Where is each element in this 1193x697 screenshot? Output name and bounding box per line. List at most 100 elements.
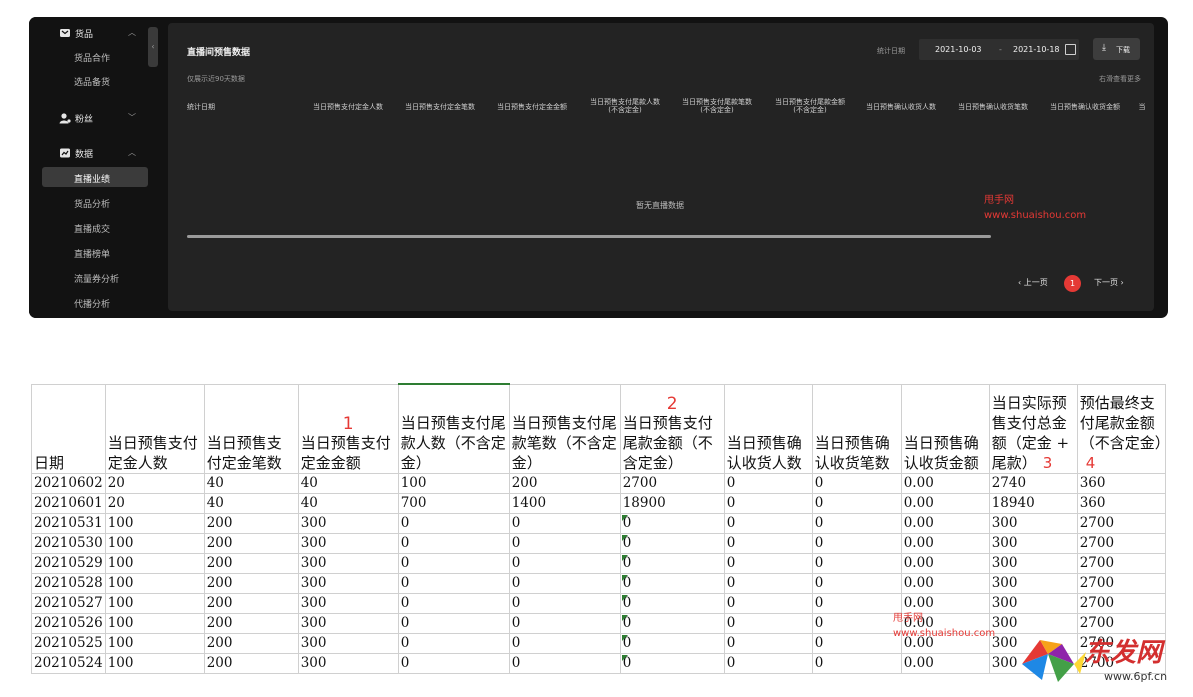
table-cell[interactable]: 0 <box>811 573 902 594</box>
table-cell[interactable]: 300 <box>297 653 399 674</box>
table-cell[interactable]: 0 <box>723 473 813 494</box>
pager-current-page[interactable]: 1 <box>1064 275 1081 292</box>
table-cell[interactable]: 100 <box>397 473 510 494</box>
table-cell[interactable]: 100 <box>104 533 205 554</box>
table-cell[interactable]: 0 <box>723 613 813 634</box>
table-cell[interactable]: 100 <box>104 513 205 534</box>
table-cell[interactable]: 0 <box>508 653 621 674</box>
table-cell[interactable]: 1400 <box>508 493 621 514</box>
table-cell[interactable]: 200 <box>203 533 299 554</box>
table-cell[interactable]: 0 <box>619 613 725 634</box>
table-cell[interactable]: 20210602 <box>31 473 106 494</box>
table-cell[interactable]: 200 <box>203 553 299 574</box>
table-cell[interactable]: 2700 <box>1076 553 1166 574</box>
table-cell[interactable]: 360 <box>1076 493 1166 514</box>
table-cell[interactable]: 200 <box>203 593 299 614</box>
table-cell[interactable]: 0.00 <box>900 553 990 574</box>
table-cell[interactable]: 360 <box>1076 473 1166 494</box>
table-cell[interactable]: 0 <box>397 613 510 634</box>
table-cell[interactable]: 20210527 <box>31 593 106 614</box>
table-cell[interactable]: 0 <box>811 533 902 554</box>
table-cell[interactable]: 300 <box>297 513 399 534</box>
table-cell[interactable]: 300 <box>297 593 399 614</box>
table-cell[interactable]: 0 <box>811 633 902 654</box>
table-cell[interactable]: 700 <box>397 493 510 514</box>
table-cell[interactable]: 100 <box>104 653 205 674</box>
table-cell[interactable]: 200 <box>203 573 299 594</box>
horizontal-scrollbar[interactable] <box>187 235 991 238</box>
table-cell[interactable]: 40 <box>203 473 299 494</box>
table-cell[interactable]: 100 <box>104 553 205 574</box>
table-cell[interactable]: 20210601 <box>31 493 106 514</box>
table-cell[interactable]: 20 <box>104 493 205 514</box>
table-cell[interactable]: 100 <box>104 573 205 594</box>
table-cell[interactable]: 0.00 <box>900 493 990 514</box>
table-cell[interactable]: 0 <box>811 493 902 514</box>
table-cell[interactable]: 300 <box>297 553 399 574</box>
table-cell[interactable]: 0.00 <box>900 573 990 594</box>
table-cell[interactable]: 0 <box>508 593 621 614</box>
table-cell[interactable]: 0 <box>508 553 621 574</box>
table-cell[interactable]: 300 <box>297 633 399 654</box>
table-cell[interactable]: 0 <box>619 593 725 614</box>
table-cell[interactable]: 0 <box>811 593 902 614</box>
sidebar-item-proxy-live[interactable]: 代播分析 <box>74 297 110 310</box>
sidebar-collapse-handle[interactable]: ‹ <box>148 27 158 67</box>
table-cell[interactable]: 0.00 <box>900 473 990 494</box>
table-cell[interactable]: 0 <box>508 613 621 634</box>
table-cell[interactable]: 2740 <box>988 473 1078 494</box>
table-cell[interactable]: 0 <box>811 513 902 534</box>
sidebar-group-fans[interactable]: 粉丝 ﹀ <box>29 108 151 128</box>
sidebar-item-goods-analysis[interactable]: 货品分析 <box>74 197 110 210</box>
table-cell[interactable]: 20210530 <box>31 533 106 554</box>
table-cell[interactable]: 300 <box>988 513 1078 534</box>
date-start[interactable]: 2021-10-03 <box>935 45 982 54</box>
table-cell[interactable]: 0 <box>397 513 510 534</box>
table-cell[interactable]: 100 <box>104 633 205 654</box>
table-cell[interactable]: 20210525 <box>31 633 106 654</box>
table-cell[interactable]: 40 <box>203 493 299 514</box>
calendar-icon[interactable] <box>1065 44 1076 55</box>
table-cell[interactable]: 2700 <box>1076 573 1166 594</box>
table-cell[interactable]: 300 <box>297 573 399 594</box>
table-cell[interactable]: 200 <box>203 653 299 674</box>
table-cell[interactable]: 0 <box>508 573 621 594</box>
table-cell[interactable]: 40 <box>297 473 399 494</box>
table-cell[interactable]: 18940 <box>988 493 1078 514</box>
table-cell[interactable]: 2700 <box>619 473 725 494</box>
pager-prev-button[interactable]: ‹ 上一页 <box>1018 277 1048 288</box>
table-cell[interactable]: 100 <box>104 593 205 614</box>
table-cell[interactable]: 0 <box>508 513 621 534</box>
table-cell[interactable]: 0 <box>619 553 725 574</box>
sidebar-item-goods-cooperation[interactable]: 货品合作 <box>74 51 110 64</box>
table-cell[interactable]: 2700 <box>1076 593 1166 614</box>
table-cell[interactable]: 0 <box>397 593 510 614</box>
table-cell[interactable]: 40 <box>297 493 399 514</box>
table-cell[interactable]: 20210526 <box>31 613 106 634</box>
table-cell[interactable]: 20 <box>104 473 205 494</box>
sidebar-item-live-performance[interactable]: 直播业绩 <box>74 172 110 185</box>
sidebar-item-goods-stock[interactable]: 选品备货 <box>74 75 110 88</box>
date-end[interactable]: 2021-10-18 <box>1013 45 1060 54</box>
download-button[interactable]: ⤓ 下载 <box>1093 38 1140 60</box>
table-cell[interactable]: 0 <box>508 633 621 654</box>
table-cell[interactable]: 0 <box>723 593 813 614</box>
table-cell[interactable]: 0 <box>723 493 813 514</box>
table-cell[interactable]: 300 <box>988 593 1078 614</box>
table-cell[interactable]: 0 <box>723 633 813 654</box>
sidebar-item-live-ranking[interactable]: 直播榜单 <box>74 247 110 260</box>
table-cell[interactable]: 0 <box>723 573 813 594</box>
table-cell[interactable]: 0 <box>619 633 725 654</box>
table-cell[interactable]: 300 <box>988 533 1078 554</box>
table-cell[interactable]: 20210524 <box>31 653 106 674</box>
table-cell[interactable]: 20210528 <box>31 573 106 594</box>
sidebar-group-goods[interactable]: 货品 ︿ <box>29 23 151 43</box>
table-cell[interactable]: 0 <box>811 553 902 574</box>
table-cell[interactable]: 18900 <box>619 493 725 514</box>
table-cell[interactable]: 0 <box>397 633 510 654</box>
table-cell[interactable]: 0 <box>397 653 510 674</box>
table-cell[interactable]: 100 <box>104 613 205 634</box>
table-cell[interactable]: 0 <box>723 653 813 674</box>
table-cell[interactable]: 0 <box>619 513 725 534</box>
table-cell[interactable]: 0.00 <box>900 533 990 554</box>
